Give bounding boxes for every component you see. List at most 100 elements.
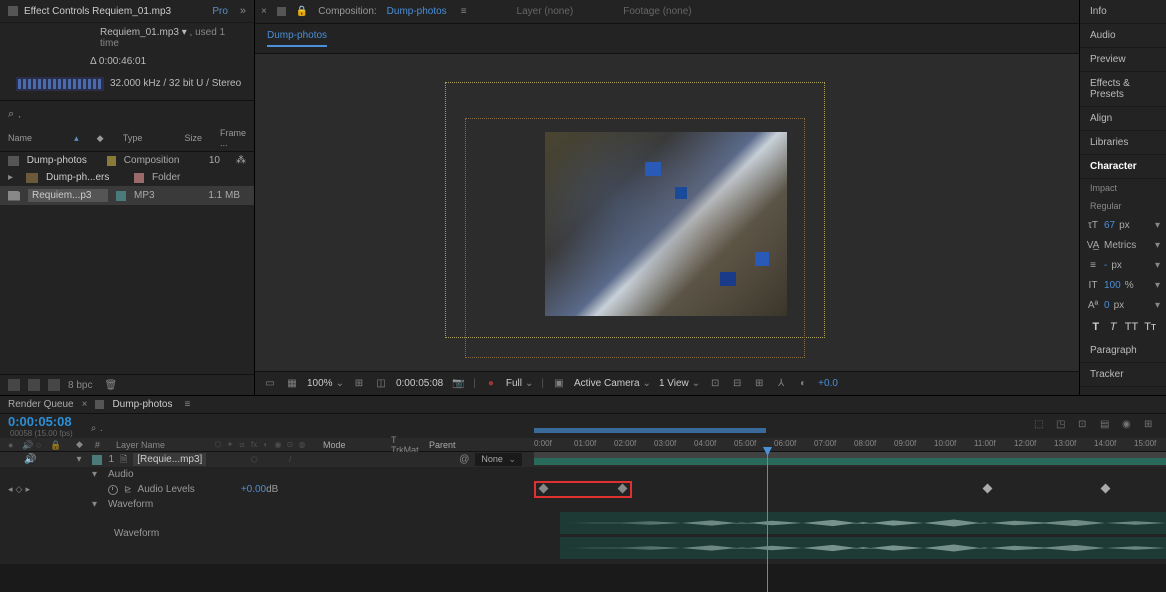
vscale-value[interactable]: 100 xyxy=(1104,280,1121,291)
resolution-dropdown[interactable]: Full⌄ xyxy=(506,378,534,389)
label-color[interactable] xyxy=(134,173,144,183)
switch-icon[interactable]: ✦ xyxy=(225,440,235,450)
transparency-grid-icon[interactable]: ▦ xyxy=(285,377,299,391)
render-queue-tab[interactable]: Render Queue xyxy=(8,399,74,410)
expand-icon[interactable]: ▾ xyxy=(76,454,86,465)
panel-tracker[interactable]: Tracker xyxy=(1080,363,1166,387)
interpret-icon[interactable] xyxy=(8,379,20,391)
bold-icon[interactable]: T xyxy=(1090,321,1101,333)
panel-character[interactable]: Character xyxy=(1080,155,1166,179)
solo-col-icon[interactable]: ○ xyxy=(36,440,46,450)
chevron-down-icon[interactable]: ▾ xyxy=(1155,220,1160,231)
comp-mini-flowchart-icon[interactable]: ⬚ xyxy=(1034,419,1048,433)
panel-preview[interactable]: Preview xyxy=(1080,48,1166,72)
ruler-tick[interactable]: 06:00f xyxy=(774,439,796,448)
expand-icon[interactable]: ▸ xyxy=(8,172,18,183)
col-name[interactable]: Name xyxy=(8,133,56,143)
ruler-tick[interactable]: 05:00f xyxy=(734,439,756,448)
preview-range[interactable] xyxy=(534,428,766,433)
expand-icon[interactable]: ▾ xyxy=(92,469,102,480)
next-keyframe-icon[interactable]: ▸ xyxy=(25,484,30,495)
timeline-comp-tab[interactable]: Dump-photos xyxy=(112,399,172,410)
panel-info[interactable]: Info xyxy=(1080,0,1166,24)
panel-menu-icon[interactable]: » xyxy=(240,5,246,17)
switch-icon[interactable]: ⊙ xyxy=(285,440,295,450)
panel-effects-presets[interactable]: Effects & Presets xyxy=(1080,72,1166,107)
tracking-value[interactable]: - xyxy=(1104,260,1107,271)
col-layer-name[interactable]: Layer Name xyxy=(116,440,165,450)
resolution-icon[interactable]: ⊞ xyxy=(352,377,366,391)
project-item-comp[interactable]: Dump-photos Composition 10 ⁂ xyxy=(0,152,254,169)
flowchart-icon[interactable]: ⁂ xyxy=(236,155,246,166)
audio-enabled-icon[interactable]: 🔊 xyxy=(24,454,36,465)
col-frame[interactable]: Frame ... xyxy=(220,128,246,148)
font-family[interactable]: Impact xyxy=(1080,179,1166,197)
sort-icon[interactable]: ▴ xyxy=(74,133,79,144)
chevron-down-icon[interactable]: ▾ xyxy=(1155,260,1160,271)
fast-preview-icon[interactable]: ⊟ xyxy=(730,377,744,391)
bpc-toggle[interactable]: 8 bpc xyxy=(68,380,92,391)
pickwhip-icon[interactable]: @ xyxy=(459,454,469,465)
ruler-tick[interactable]: 13:00f xyxy=(1054,439,1076,448)
panel-align[interactable]: Align xyxy=(1080,107,1166,131)
timecode-display[interactable]: 0:00:05:08 00058 (15.00 fps) xyxy=(8,414,73,438)
ruler-tick[interactable]: 07:00f xyxy=(814,439,836,448)
draft3d-icon[interactable]: ◳ xyxy=(1056,419,1070,433)
motion-blur-icon[interactable]: ◉ xyxy=(1122,419,1136,433)
close-tab-icon[interactable]: × xyxy=(82,399,88,410)
graph-icon[interactable]: ⊵ xyxy=(124,484,132,495)
ruler-tick[interactable]: 10:00f xyxy=(934,439,956,448)
col-type[interactable]: Type xyxy=(123,133,161,143)
graph-editor-icon[interactable]: ⊞ xyxy=(1144,419,1158,433)
kerning-value[interactable]: Metrics xyxy=(1104,240,1136,251)
exposure-value[interactable]: +0.0 xyxy=(818,378,838,389)
col-parent[interactable]: Parent xyxy=(429,440,499,450)
keyframe-icon[interactable] xyxy=(983,484,993,494)
trash-icon[interactable]: 🗑 xyxy=(104,380,117,391)
zoom-dropdown[interactable]: 100%⌄ xyxy=(307,378,344,389)
audio-group-row[interactable]: ▾Audio xyxy=(0,467,1166,482)
chevron-down-icon[interactable]: ▾ xyxy=(1155,240,1160,251)
roi-icon[interactable]: ◫ xyxy=(374,377,388,391)
allcaps-icon[interactable]: TT xyxy=(1125,321,1138,333)
col-mode[interactable]: Mode xyxy=(323,440,383,450)
keyframe-icon[interactable] xyxy=(1101,484,1111,494)
source-filename[interactable]: Requiem_01.mp3 ▾ xyxy=(100,27,187,38)
panel-grip-icon[interactable] xyxy=(8,6,18,16)
project-item-folder[interactable]: ▸ Dump-ph...ers Folder xyxy=(0,169,254,186)
views-dropdown[interactable]: 1 View⌄ xyxy=(659,378,700,389)
chevron-down-icon[interactable]: ▾ xyxy=(1155,280,1160,291)
tab-menu-icon[interactable]: ≡ xyxy=(461,6,467,17)
close-tab-icon[interactable]: × xyxy=(261,6,267,17)
switch-icon[interactable]: ◍ xyxy=(297,440,307,450)
switch-icon[interactable]: ⬡ xyxy=(213,440,223,450)
panel-audio[interactable]: Audio xyxy=(1080,24,1166,48)
flowchart-icon[interactable]: ⅄ xyxy=(774,377,788,391)
breadcrumb-item[interactable]: Dump-photos xyxy=(267,30,327,47)
channel-icon[interactable]: ● xyxy=(484,377,498,391)
playhead[interactable] xyxy=(767,452,768,592)
layer-row-audio[interactable]: 🔊 ▾ 1 🗎 [Requie...mp3] ⬡/ @ None ⌄ xyxy=(0,452,1166,467)
frame-blend-icon[interactable]: ▤ xyxy=(1100,419,1114,433)
ruler-tick[interactable]: 0:00f xyxy=(534,439,552,448)
tab-grip-icon[interactable] xyxy=(277,7,286,16)
composition-viewer[interactable] xyxy=(255,54,1079,371)
ruler-tick[interactable]: 04:00f xyxy=(694,439,716,448)
layer-tab[interactable]: Layer (none) xyxy=(517,6,574,17)
label-color[interactable] xyxy=(107,156,116,166)
snapshot-icon[interactable]: 📷 xyxy=(451,377,465,391)
search-icon[interactable]: ⌕﹒ xyxy=(91,419,107,434)
switch-icon[interactable]: fx xyxy=(249,440,259,450)
timeline-icon[interactable]: ⊞ xyxy=(752,377,766,391)
ruler-tick[interactable]: 11:00f xyxy=(974,439,996,448)
always-preview-icon[interactable]: ▭ xyxy=(263,377,277,391)
tab-grip-icon[interactable] xyxy=(95,400,104,409)
switch-icon[interactable]: ◐ xyxy=(261,440,271,450)
ruler-tick[interactable]: 15:00f xyxy=(1134,439,1156,448)
baseline-value[interactable]: 0 xyxy=(1104,300,1110,311)
project-search[interactable]: ⌕﹒ xyxy=(0,100,254,125)
prev-keyframe-icon[interactable]: ◂ xyxy=(8,484,13,495)
label-color[interactable] xyxy=(116,191,126,201)
waveform-group-row[interactable]: ▾Waveform xyxy=(0,497,1166,512)
audio-levels-value[interactable]: +0.00 xyxy=(241,484,266,495)
